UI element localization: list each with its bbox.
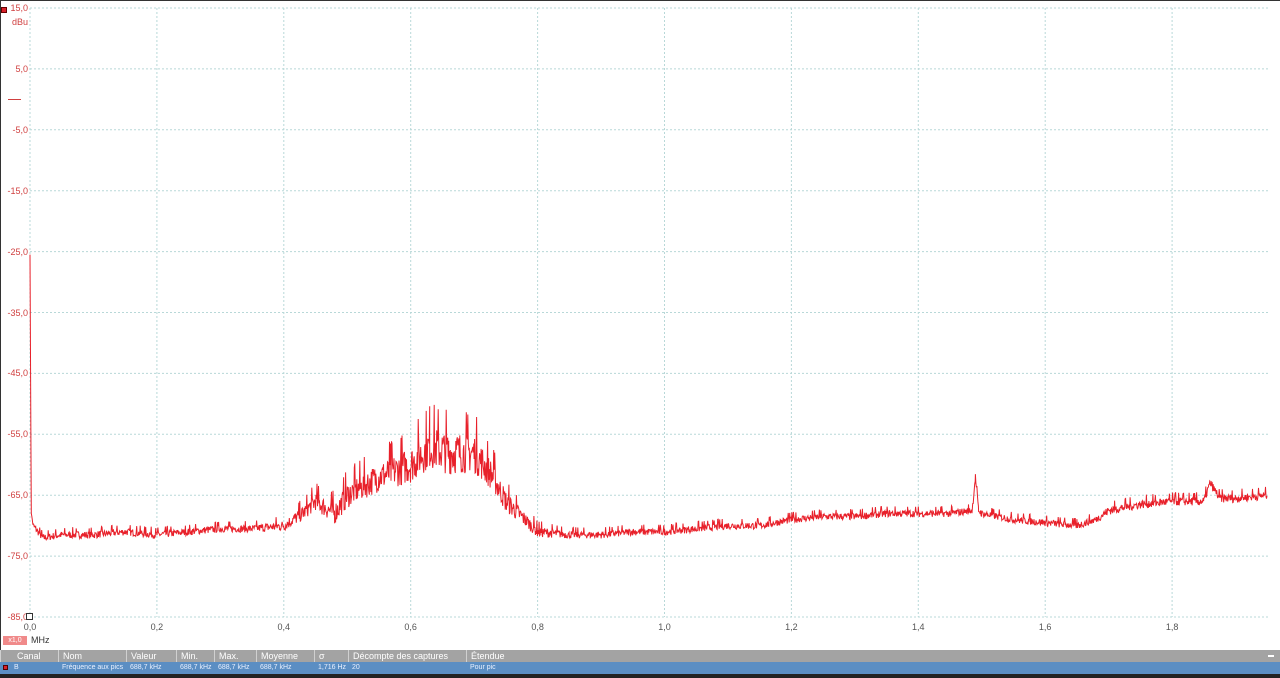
collapse-table-button[interactable] — [1268, 655, 1274, 657]
y-tick-label: -45,0 — [7, 368, 28, 379]
table-row[interactable]: B Fréquence aux pics 688,7 kHz 688,7 kHz 688… — [0, 662, 1280, 674]
table-cell: 688,7 kHz — [180, 664, 212, 671]
table-cell: 20 — [352, 664, 360, 671]
table-cell-container: 20 — [348, 662, 466, 674]
table-cell-container: Pour pic — [466, 662, 1266, 674]
column-header[interactable]: σ — [314, 650, 348, 662]
y-tick-label: -65,0 — [7, 490, 28, 501]
column-header[interactable]: Canal — [0, 650, 58, 662]
table-cell: 1,716 Hz — [318, 664, 347, 671]
y-tick-label: -85,0 — [7, 612, 28, 622]
table-cell-container: 1,716 Hz — [314, 662, 348, 674]
y-tick-label: -55,0 — [7, 429, 28, 440]
reference-level-marker[interactable] — [8, 99, 21, 100]
table-cell-container: 688,7 kHz — [176, 662, 214, 674]
scale-badge[interactable]: x1,0 — [3, 636, 27, 645]
measurements-table-header: Canal Nom Valeur Min. Max. Moyenne σ Décompte d… — [0, 650, 1280, 662]
table-cell: Fréquence aux pics — [62, 664, 124, 671]
table-cell-container: 688,7 kHz — [214, 662, 256, 674]
x-tick-label: 1,0 — [658, 622, 671, 632]
x-tick-label: 0,4 — [277, 622, 291, 632]
table-cell: Pour pic — [470, 664, 496, 671]
y-tick-label: -35,0 — [7, 307, 28, 318]
table-cell-container: B — [0, 662, 58, 674]
x-tick-label: 1,6 — [1038, 622, 1052, 632]
table-cell: 688,7 kHz — [260, 664, 292, 671]
table-cell: 688,7 kHz — [218, 664, 250, 671]
column-header[interactable]: Étendue — [466, 650, 1266, 662]
x-unit-label: MHz — [31, 635, 50, 645]
x-tick-label: 1,8 — [1165, 622, 1179, 632]
x-tick-label: 0,0 — [23, 622, 37, 632]
table-cell: 688,7 kHz — [130, 664, 162, 671]
table-cell-container: 688,7 kHz — [126, 662, 176, 674]
status-bar — [0, 674, 1280, 678]
x-tick-label: 1,4 — [912, 622, 925, 632]
y-tick-label: 15,0 — [10, 3, 28, 13]
column-header[interactable]: Min. — [176, 650, 214, 662]
y-unit-label: dBu — [11, 17, 28, 27]
y-tick-label: -15,0 — [7, 185, 28, 196]
table-cell-container: 688,7 kHz — [256, 662, 314, 674]
table-cell-container: Fréquence aux pics — [58, 662, 126, 674]
x-tick-label: 0,6 — [404, 622, 417, 632]
y-tick-label: -75,0 — [7, 551, 28, 562]
column-header[interactable]: Moyenne — [256, 650, 314, 662]
x-tick-label: 0,2 — [150, 622, 164, 632]
column-header[interactable]: Max. — [214, 650, 256, 662]
column-header[interactable]: Nom — [58, 650, 126, 662]
y-tick-label: -5,0 — [12, 124, 28, 135]
spectrum-plot[interactable] — [0, 0, 1280, 650]
table-cell: B — [14, 664, 19, 671]
origin-handle[interactable] — [26, 613, 33, 620]
column-header[interactable]: Décompte des captures — [348, 650, 466, 662]
y-tick-label: 5,0 — [15, 63, 28, 74]
channel-color-icon — [3, 665, 8, 670]
x-tick-label: 1,2 — [785, 622, 798, 632]
y-tick-label: -25,0 — [7, 246, 28, 257]
x-tick-label: 0,8 — [531, 622, 544, 632]
column-header[interactable]: Valeur — [126, 650, 176, 662]
series-B-trace — [29, 254, 1268, 542]
